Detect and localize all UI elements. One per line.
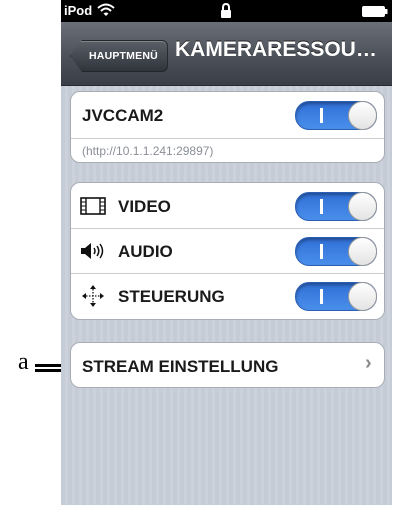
- back-button[interactable]: HAUPTMENÜ: [70, 40, 168, 72]
- battery-icon: [362, 6, 388, 17]
- resource-row-video: VIDEO: [71, 183, 384, 228]
- film-icon: [80, 197, 106, 215]
- toggle-knob: [348, 282, 377, 311]
- camera-url: (http://10.1.1.241:29897): [82, 144, 214, 158]
- resource-row-audio: AUDIO: [71, 228, 384, 273]
- wifi-icon: [97, 3, 115, 16]
- speaker-icon: [81, 243, 104, 259]
- camera-group: JVCCAM2 (http://10.1.1.241:29897): [70, 91, 385, 163]
- carrier-label: iPod: [64, 3, 93, 18]
- resource-label-control: STEUERUNG: [118, 287, 225, 306]
- camera-row: JVCCAM2: [71, 92, 384, 138]
- resource-label-audio: AUDIO: [118, 242, 173, 261]
- toggle-on-mark: [320, 199, 323, 214]
- resources-group: VIDEO AUDIO STEUERUNG: [70, 182, 385, 320]
- resource-label-video: VIDEO: [118, 197, 171, 216]
- toggle-on-mark: [320, 108, 323, 123]
- chevron-right-icon: ›: [365, 352, 372, 374]
- toggle-knob: [348, 192, 377, 221]
- stream-settings-label: STREAM EINSTELLUNG: [82, 357, 279, 376]
- toggle-on-mark: [320, 289, 323, 304]
- divider: [71, 138, 384, 139]
- audio-toggle[interactable]: [295, 237, 377, 266]
- page-title: KAMERARESSOU…: [175, 38, 377, 61]
- resource-row-control: STEUERUNG: [71, 273, 384, 319]
- camera-toggle[interactable]: [295, 101, 377, 130]
- callout-letter: a: [18, 349, 29, 375]
- camera-name: JVCCAM2: [82, 106, 164, 125]
- video-toggle[interactable]: [295, 192, 377, 221]
- lock-icon: [221, 3, 231, 18]
- toggle-knob: [348, 237, 377, 266]
- toggle-knob: [348, 101, 377, 130]
- move-arrows-icon: [82, 285, 104, 307]
- device-screen: iPod HAUPTMENÜ KAMERARESSOU… JVCCAM2 (ht…: [61, 0, 392, 505]
- control-toggle[interactable]: [295, 282, 377, 311]
- stream-settings-row[interactable]: STREAM EINSTELLUNG ›: [70, 342, 385, 388]
- toggle-on-mark: [320, 244, 323, 259]
- navigation-bar: HAUPTMENÜ KAMERARESSOU…: [61, 22, 392, 86]
- status-bar: iPod: [61, 0, 392, 22]
